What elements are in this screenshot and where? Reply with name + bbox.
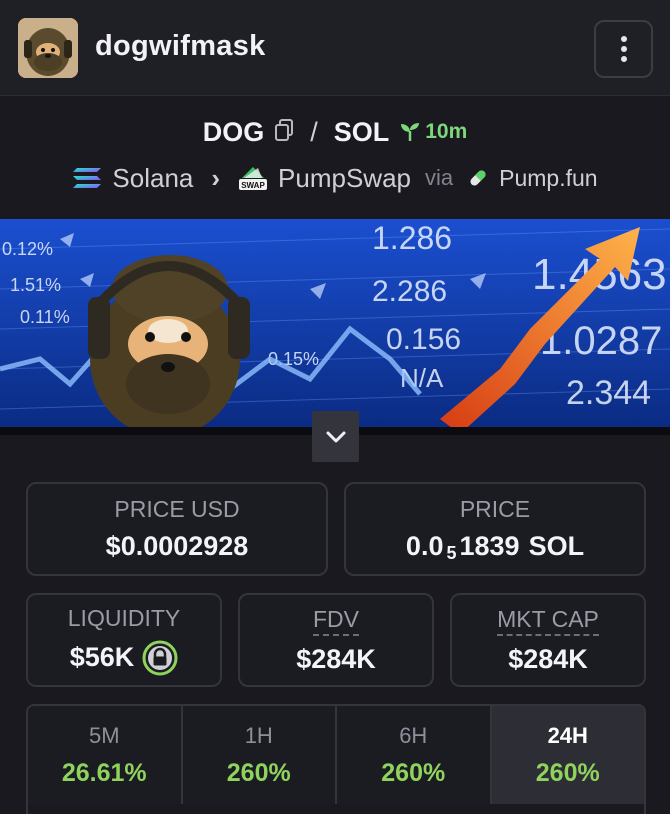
token-title: dogwifmask xyxy=(95,30,266,62)
pair-separator: / xyxy=(310,116,318,147)
liquidity-card: LIQUIDITY $56K xyxy=(26,593,222,687)
price-zero-count: 5 xyxy=(446,543,457,563)
timeframe-tabs: 5M 26.61% 1H 260% 6H 260% 24H 260% xyxy=(26,704,646,804)
tab-change-value: 260% xyxy=(226,758,291,787)
liquidity-value-row: $56K xyxy=(70,640,179,676)
svg-text:0.12%: 0.12% xyxy=(2,239,53,259)
svg-text:SWAP: SWAP xyxy=(241,181,265,190)
pair-age-value: 10m xyxy=(425,120,468,143)
fdv-value: $284K xyxy=(296,643,376,674)
dex-link[interactable]: PumpSwap xyxy=(278,163,411,194)
more-options-button[interactable] xyxy=(594,20,653,78)
price-usd-label: PRICE USD xyxy=(114,496,240,522)
tab-5m[interactable]: 5M 26.61% xyxy=(28,706,183,804)
dog-mask-avatar-icon xyxy=(18,18,78,78)
svg-text:1.51%: 1.51% xyxy=(10,275,61,295)
banner-image: 1.286 2.286 0.156 N/A 1.4563 1.0287 2.34… xyxy=(0,219,670,435)
price-native-label: PRICE xyxy=(459,496,531,522)
svg-text:0.11%: 0.11% xyxy=(20,307,70,327)
token-banner: 1.286 2.286 0.156 N/A 1.4563 1.0287 2.34… xyxy=(0,219,670,435)
tab-label: 1H xyxy=(244,722,273,748)
tab-1h[interactable]: 1H 260% xyxy=(183,706,337,804)
route-row: Solana › SWAP PumpSwap via Pump.fun xyxy=(0,160,670,196)
base-symbol: DOG xyxy=(202,116,265,147)
fdv-label[interactable]: FDV xyxy=(313,606,359,636)
pair-age: 10m xyxy=(399,120,467,144)
via-label: via xyxy=(425,165,454,190)
pumpswap-icon: SWAP xyxy=(239,167,268,190)
fdv-card: FDV $284K xyxy=(238,593,434,687)
price-usd-card: PRICE USD $0.0002928 xyxy=(26,482,328,576)
chain-link[interactable]: Solana xyxy=(112,163,193,194)
quote-symbol: SOL xyxy=(333,116,390,147)
vertical-dots-icon xyxy=(620,36,627,42)
tabs-panel-edge xyxy=(26,804,646,814)
tab-6h[interactable]: 6H 260% xyxy=(337,706,492,804)
svg-text:0.15%: 0.15% xyxy=(268,349,319,369)
tab-label: 24H xyxy=(547,722,588,748)
pair-row: DOG / SOL 10m xyxy=(0,114,670,150)
sprout-icon xyxy=(401,123,420,141)
tab-change-value: 26.61% xyxy=(61,758,147,787)
price-usd-value: $0.0002928 xyxy=(105,531,249,561)
tab-label: 6H xyxy=(399,722,428,748)
tab-24h[interactable]: 24H 260% xyxy=(491,706,644,804)
lock-icon[interactable] xyxy=(142,640,178,676)
solana-icon xyxy=(73,168,102,188)
copy-icon[interactable] xyxy=(274,117,294,148)
svg-text:0.156: 0.156 xyxy=(386,323,461,356)
liquidity-value: $56K xyxy=(69,642,135,672)
collapse-banner-button[interactable] xyxy=(312,411,359,462)
tab-label: 5M xyxy=(88,722,120,748)
token-avatar xyxy=(18,18,78,78)
launchpad-link[interactable]: Pump.fun xyxy=(499,165,597,192)
mkt-cap-value: $284K xyxy=(508,643,588,674)
price-native-card: PRICE 0.0 5 1839 SOL xyxy=(344,482,646,576)
pill-icon xyxy=(470,170,486,186)
svg-text:2.344: 2.344 xyxy=(566,374,651,412)
liquidity-label: LIQUIDITY xyxy=(67,604,181,631)
svg-text:2.286: 2.286 xyxy=(372,275,447,308)
mkt-cap-label[interactable]: MKT CAP xyxy=(497,606,599,636)
mkt-cap-card: MKT CAP $284K xyxy=(450,593,646,687)
svg-text:1.286: 1.286 xyxy=(372,220,452,256)
tab-change-value: 260% xyxy=(381,758,446,787)
chevron-right-icon: › xyxy=(211,162,221,193)
chevron-down-icon xyxy=(326,431,345,442)
tab-change-value: 260% xyxy=(535,758,600,787)
token-header: dogwifmask xyxy=(0,0,670,96)
price-native-value: 0.0 5 1839 SOL xyxy=(405,531,585,563)
